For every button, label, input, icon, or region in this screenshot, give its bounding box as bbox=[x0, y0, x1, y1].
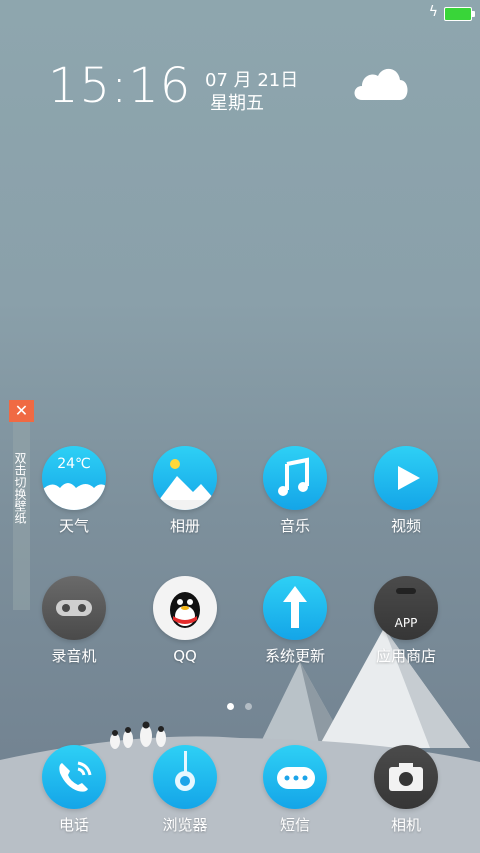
app-label: 系统更新 bbox=[264, 647, 325, 665]
app-label: 电话 bbox=[58, 816, 89, 834]
page-dot-active[interactable] bbox=[227, 703, 234, 710]
page-indicator bbox=[224, 703, 256, 711]
app-gallery[interactable]: 相册 bbox=[137, 446, 233, 535]
app-qq[interactable]: QQ bbox=[137, 576, 233, 665]
status-bar: ϟ bbox=[0, 0, 480, 28]
app-recorder[interactable]: 录音机 bbox=[26, 576, 122, 665]
messages-icon bbox=[263, 745, 327, 809]
app-label: 天气 bbox=[58, 517, 89, 535]
camera-icon bbox=[374, 745, 438, 809]
dock-messages[interactable]: 短信 bbox=[247, 745, 343, 834]
dock-phone[interactable]: 电话 bbox=[26, 745, 122, 834]
app-video[interactable]: 视频 bbox=[358, 446, 454, 535]
clock-weekday[interactable]: 星期五 bbox=[210, 89, 264, 115]
app-system-update[interactable]: 系统更新 bbox=[247, 576, 343, 665]
music-icon bbox=[263, 446, 327, 510]
app-store[interactable]: APP 应用商店 bbox=[358, 576, 454, 665]
close-button[interactable]: ✕ bbox=[9, 400, 34, 422]
app-label: 短信 bbox=[279, 816, 310, 834]
app-label: 应用商店 bbox=[375, 647, 436, 665]
cloud-icon[interactable] bbox=[350, 62, 410, 104]
phone-icon bbox=[42, 745, 106, 809]
app-label: 相册 bbox=[169, 517, 200, 535]
weather-temp: 24℃ bbox=[57, 456, 91, 472]
app-label: 音乐 bbox=[279, 517, 310, 535]
qq-icon bbox=[153, 576, 217, 640]
gallery-icon bbox=[153, 446, 217, 510]
app-label: QQ bbox=[173, 647, 197, 665]
page-dot[interactable] bbox=[245, 703, 252, 710]
app-music[interactable]: 音乐 bbox=[247, 446, 343, 535]
system-update-icon bbox=[263, 576, 327, 640]
dock-camera[interactable]: 相机 bbox=[358, 745, 454, 834]
browser-icon bbox=[153, 745, 217, 809]
app-weather[interactable]: 24℃ 天气 bbox=[26, 446, 122, 535]
dock-browser[interactable]: 浏览器 bbox=[137, 745, 233, 834]
recorder-icon bbox=[42, 576, 106, 640]
video-icon bbox=[374, 446, 438, 510]
battery-icon bbox=[444, 7, 475, 21]
app-label: 浏览器 bbox=[162, 816, 208, 834]
app-store-icon: APP bbox=[374, 576, 438, 640]
app-store-badge: APP bbox=[394, 616, 418, 630]
app-label: 视频 bbox=[390, 517, 421, 535]
clock-time[interactable]: 15:16 bbox=[48, 58, 191, 114]
lightning-icon: ϟ bbox=[428, 4, 438, 20]
app-label: 相机 bbox=[390, 816, 421, 834]
weather-icon: 24℃ bbox=[42, 446, 106, 510]
app-label: 录音机 bbox=[51, 647, 97, 665]
